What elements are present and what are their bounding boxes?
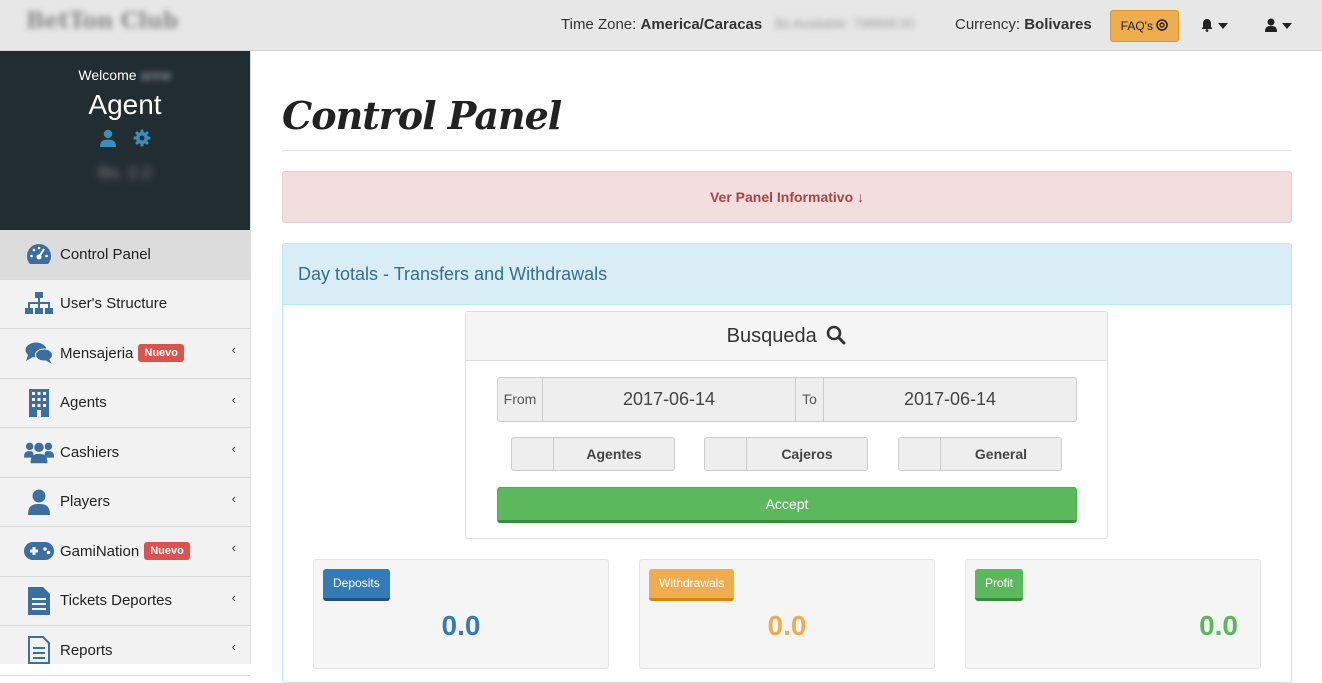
from-label: From	[498, 378, 543, 421]
panel-title: Day totals - Transfers and Withdrawals	[283, 244, 1291, 305]
sidebar-item-gaminaton[interactable]: GamiNation Nuevo ‹	[0, 527, 250, 577]
caret-down-icon	[1218, 23, 1228, 29]
sidebar-item-agents[interactable]: Agents ‹	[0, 379, 250, 428]
to-label: To	[796, 378, 824, 421]
sidebar-item-label: Agents	[60, 394, 107, 412]
option-label: Agentes	[586, 446, 642, 462]
bell-icon	[1201, 19, 1213, 32]
search-box: Busqueda From 2017-06-14 To 2017-06-14 A…	[465, 311, 1108, 539]
sidebar-item-mensajeria[interactable]: Mensajeria Nuevo ‹	[0, 329, 250, 379]
sidebar-item-label: Cashiers	[60, 443, 120, 461]
welcome-username: anne	[140, 67, 172, 83]
user-menu-dropdown[interactable]	[1263, 14, 1297, 36]
withdrawals-label: Withdrawals	[649, 569, 735, 601]
sidebar: Welcome anne Agent Bs. 2.2 Control Panel…	[0, 51, 251, 676]
to-date-input[interactable]: 2017-06-14	[824, 378, 1076, 421]
option-agentes[interactable]: Agentes	[511, 437, 675, 471]
sidebar-item-users-structure[interactable]: User's Structure	[0, 280, 250, 329]
new-badge: Nuevo	[138, 344, 184, 363]
profit-value: 0.0	[1199, 610, 1238, 641]
sidebar-item-label: Control Panel	[60, 245, 151, 263]
sidebar-item-label: Players	[60, 493, 111, 511]
sidebar-item-tickets-deportes[interactable]: Tickets Deportes ‹	[0, 577, 250, 626]
main-content: Control Panel Ver Panel Informativo ↓ Da…	[282, 51, 1292, 683]
search-header: Busqueda	[466, 312, 1107, 361]
radio-box[interactable]	[705, 438, 747, 470]
page-title: Control Panel	[282, 93, 562, 138]
option-label: General	[974, 446, 1028, 462]
users-icon	[24, 437, 54, 467]
sidebar-item-label: Mensajeria	[60, 344, 134, 362]
info-panel-alert[interactable]: Ver Panel Informativo ↓	[282, 171, 1292, 223]
chevron-left-icon: ‹	[231, 391, 236, 407]
chevron-left-icon: ‹	[231, 342, 236, 357]
date-range: From 2017-06-14 To 2017-06-14	[497, 377, 1077, 422]
faq-label: FAQ's	[1120, 19, 1153, 33]
profit-card: Profit 0.0	[965, 559, 1261, 669]
currency-display: Currency: Bolivares	[955, 16, 1092, 33]
chevron-left-icon: ‹	[231, 540, 236, 555]
deposits-card: Deposits 0.0	[313, 559, 609, 669]
deposits-value: 0.0	[441, 610, 481, 641]
timezone-value: America/Caracas	[640, 16, 763, 33]
chevron-left-icon: ‹	[231, 639, 236, 654]
profit-label: Profit	[975, 569, 1024, 601]
welcome-label: Welcome	[78, 67, 137, 83]
user-icon	[24, 487, 54, 517]
welcome-text: Welcome anne	[0, 51, 250, 83]
faq-button[interactable]: FAQ's	[1110, 10, 1179, 42]
dashboard-icon	[24, 239, 54, 269]
sidebar-item-cashiers[interactable]: Cashiers ‹	[0, 428, 250, 478]
caret-down-icon	[1282, 23, 1292, 29]
new-badge: Nuevo	[144, 542, 190, 561]
sidebar-item-label: Reports	[60, 641, 113, 659]
deposits-label: Deposits	[323, 569, 390, 601]
comments-icon	[24, 338, 54, 368]
gamepad-icon	[24, 536, 54, 566]
building-icon	[24, 388, 54, 418]
option-general[interactable]: General	[898, 437, 1062, 471]
sitemap-icon	[24, 289, 54, 319]
sidebar-item-label: Tickets Deportes	[60, 592, 172, 610]
title-divider	[282, 150, 1292, 151]
notifications-dropdown[interactable]	[1198, 14, 1232, 36]
sidebar-item-players[interactable]: Players ‹	[0, 478, 250, 527]
radio-box[interactable]	[512, 438, 554, 470]
chevron-left-icon: ‹	[231, 441, 236, 456]
user-profile-icon[interactable]	[99, 129, 117, 147]
withdrawals-card: Withdrawals 0.0	[639, 559, 935, 669]
radio-box[interactable]	[899, 438, 941, 470]
user-icon	[1265, 18, 1277, 32]
user-role: Agent	[88, 89, 162, 120]
brand-logo[interactable]: BetTon Club	[26, 8, 178, 34]
sidebar-item-reports[interactable]: Reports ‹	[0, 626, 250, 676]
search-icon	[827, 325, 846, 345]
chevron-left-icon: ‹	[231, 589, 236, 605]
lifebuoy-icon	[1156, 19, 1169, 31]
search-title: Busqueda	[726, 325, 817, 347]
option-cajeros[interactable]: Cajeros	[704, 437, 868, 471]
option-label: Cajeros	[781, 446, 833, 462]
sidebar-item-control-panel[interactable]: Control Panel	[0, 230, 250, 280]
sidebar-item-label: User's Structure	[60, 295, 168, 313]
currency-value: Bolivares	[1024, 16, 1092, 33]
profile-actions	[0, 129, 250, 147]
timezone-display: Time Zone: America/Caracas	[561, 16, 762, 33]
chevron-left-icon: ‹	[231, 490, 236, 506]
currency-label: Currency:	[955, 16, 1021, 33]
top-navbar: BetTon Club Time Zone: America/Caracas B…	[0, 0, 1322, 51]
from-date-input[interactable]: 2017-06-14	[543, 378, 796, 421]
accept-button[interactable]: Accept	[497, 487, 1077, 523]
file-icon	[24, 635, 54, 665]
gear-icon[interactable]	[133, 129, 151, 147]
user-balance: Bs. 2.2	[98, 163, 152, 182]
available-balance: Bs Available: 798899.00	[775, 16, 915, 31]
sidebar-item-label: GamiNation	[60, 542, 140, 560]
timezone-label: Time Zone:	[561, 16, 637, 33]
withdrawals-value: 0.0	[767, 610, 807, 641]
document-icon	[24, 586, 54, 616]
user-profile-panel: Welcome anne Agent Bs. 2.2	[0, 51, 250, 230]
